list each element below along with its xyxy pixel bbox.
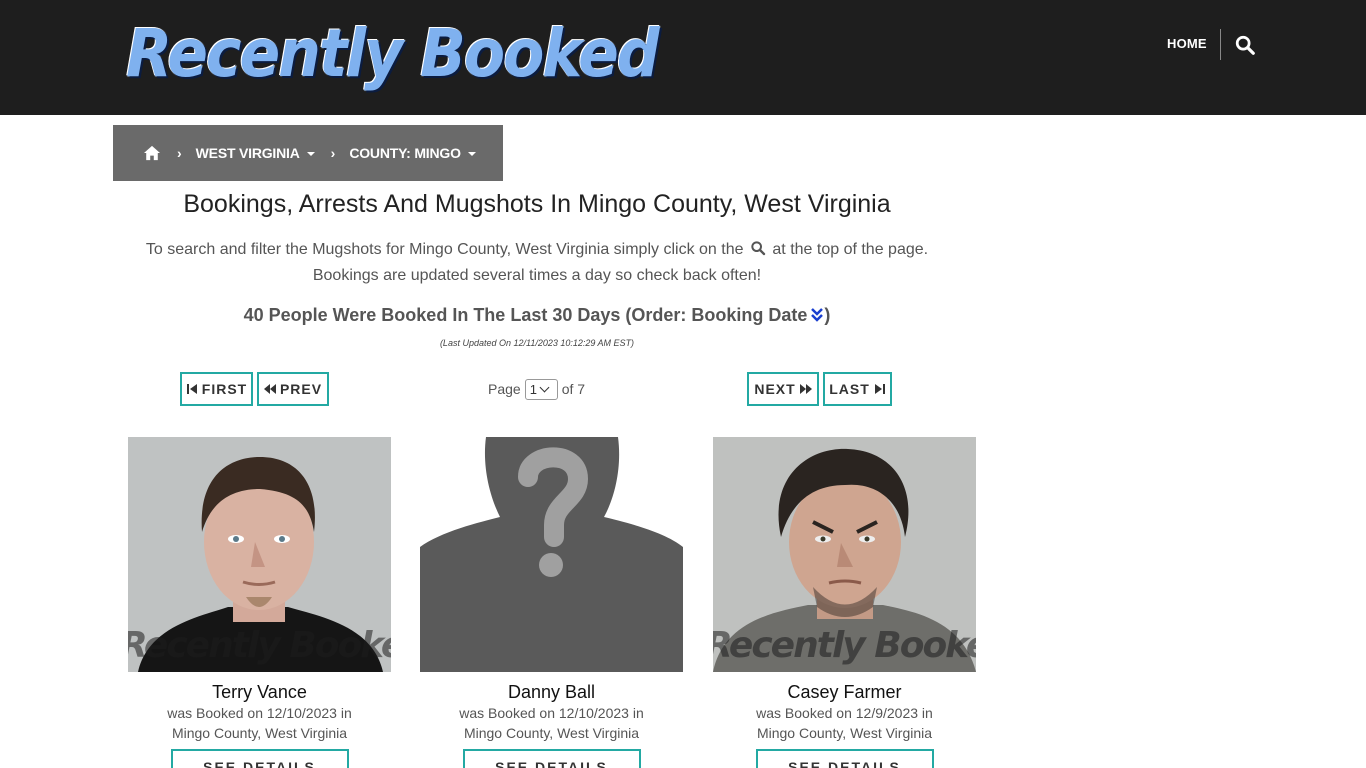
booking-date-text: was Booked on 12/10/2023 in [459,705,644,721]
intro-text-part2: at the top of the page. [772,241,929,258]
see-details-button[interactable]: SEE DETAILS [755,749,934,768]
booking-summary-close: ) [824,305,831,325]
booking-card: Danny Ball was Booked on 12/10/2023 in M… [420,437,683,768]
booking-date-text: was Booked on 12/10/2023 in [167,705,352,721]
booking-summary: 40 People Were Booked In The Last 30 Day… [113,305,961,326]
page-select[interactable]: 1 [524,378,558,400]
site-logo[interactable]: Recently Booked [126,15,660,93]
intro-text-line2: Bookings are updated several times a day… [312,267,762,284]
top-navbar: Recently Booked HOME [0,0,1366,115]
last-page-button[interactable]: LAST [823,372,892,406]
first-page-label: FIRST [201,381,248,397]
home-icon[interactable] [143,145,161,161]
no-photo-silhouette-icon [420,437,683,672]
search-icon[interactable] [1234,34,1256,56]
last-page-label: LAST [829,381,870,397]
person-name[interactable]: Casey Farmer [713,682,976,703]
breadcrumb-county-label: COUNTY: MINGO [349,145,461,161]
breadcrumb: › WEST VIRGINIA › COUNTY: MINGO [113,125,503,181]
caret-down-icon [467,151,476,156]
booking-card: Recently Booked.com Terry Vance was Book… [128,437,391,768]
prev-page-label: PREV [279,381,323,397]
mugshot-photo[interactable] [420,437,683,672]
chevron-right-icon: › [177,145,182,161]
breadcrumb-state-label: WEST VIRGINIA [195,145,300,161]
double-chevron-down-icon[interactable] [810,307,824,323]
logo-text: Recently Booked [126,15,660,93]
booking-location-text: Mingo County, West Virginia [463,725,640,741]
see-details-button[interactable]: SEE DETAILS [462,749,641,768]
search-icon [751,241,766,256]
intro-text: To search and filter the Mugshots for Mi… [113,237,961,289]
next-page-button[interactable]: NEXT [747,372,819,406]
watermark-text: Recently Booked.com [713,625,976,666]
booking-summary-text: 40 People Were Booked In The Last 30 Day… [243,305,808,325]
booking-location-text: Mingo County, West Virginia [756,725,933,741]
page-title: Bookings, Arrests And Mugshots In Mingo … [183,190,891,218]
person-name[interactable]: Terry Vance [128,682,391,703]
page-select-value: 1 [529,381,537,397]
caret-down-icon [306,151,315,156]
booking-date-text: was Booked on 12/9/2023 in [756,705,933,721]
next-page-label: NEXT [754,381,796,397]
booking-card: Recently Booked.com Casey Farmer was Boo… [713,437,976,768]
person-name[interactable]: Danny Ball [420,682,683,703]
skip-end-icon [874,384,885,394]
nav-home-link[interactable]: HOME [1167,36,1207,51]
watermark-text: Recently Booked.com [128,625,391,666]
page-total-label: of 7 [561,381,586,397]
page-indicator: Page 1 of 7 [488,378,585,400]
breadcrumb-state-dropdown[interactable]: WEST VIRGINIA [196,145,315,161]
backward-icon [263,384,276,394]
page-label: Page [488,381,521,397]
first-page-button[interactable]: FIRST [180,372,253,406]
nav-divider [1220,29,1221,60]
see-details-button[interactable]: SEE DETAILS [170,749,349,768]
chevron-down-icon [539,382,550,392]
skip-start-icon [186,384,197,394]
chevron-right-icon: › [330,145,336,161]
breadcrumb-county-dropdown[interactable]: COUNTY: MINGO [349,145,476,161]
booking-location-text: Mingo County, West Virginia [171,725,348,741]
prev-page-button[interactable]: PREV [257,372,329,406]
intro-text-part1: To search and filter the Mugshots for Mi… [145,241,744,258]
forward-icon [799,384,812,394]
mugshot-photo[interactable]: Recently Booked.com [128,437,391,672]
mugshot-photo[interactable]: Recently Booked.com [713,437,976,672]
last-updated-text: (Last Updated On 12/11/2023 10:12:29 AM … [439,338,635,348]
